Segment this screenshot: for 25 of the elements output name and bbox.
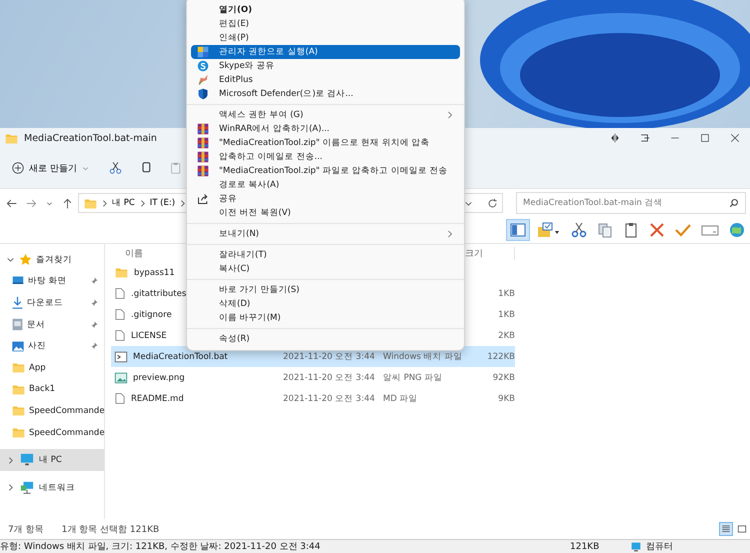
window-title: MediaCreationTool.bat-main	[24, 132, 157, 144]
zone-label: 컴퓨터	[646, 541, 673, 553]
status-details: 유형: Windows 배치 파일, 크기: 121KB, 수정한 날짜: 2021-11-20 오전 3:44	[0, 542, 320, 552]
file-name: bypass11	[134, 268, 175, 278]
size-cell: 1KB	[498, 310, 515, 320]
date-cell: 2021-11-20 오전 3:44	[283, 352, 375, 362]
size-cell: 1KB	[498, 288, 515, 298]
type-cell: 알씨 PNG 파일	[383, 372, 442, 382]
status-size: 121KB	[570, 542, 600, 552]
type-cell: MD 파일	[383, 394, 418, 404]
size-cell: 122KB	[487, 352, 515, 362]
file-name: preview.png	[133, 372, 185, 382]
file-name: .gitattributes	[131, 288, 186, 298]
file-name: LICENSE	[131, 330, 167, 340]
file-name: README.md	[131, 394, 184, 404]
date-cell: 2021-11-20 오전 3:44	[283, 372, 375, 382]
size-cell: 92KB	[492, 372, 515, 382]
selection-info: 1개 항목 선택함 121KB	[62, 524, 160, 536]
date-cell: 2021-11-20 오전 3:44	[283, 394, 375, 404]
size-cell: 9KB	[498, 394, 515, 404]
file-name: MediaCreationTool.bat	[133, 352, 228, 362]
size-cell: 2KB	[498, 330, 515, 340]
item-count: 7개 항목	[8, 524, 44, 536]
type-cell: Windows 배치 파일	[383, 352, 462, 362]
file-name: .gitignore	[131, 310, 172, 320]
